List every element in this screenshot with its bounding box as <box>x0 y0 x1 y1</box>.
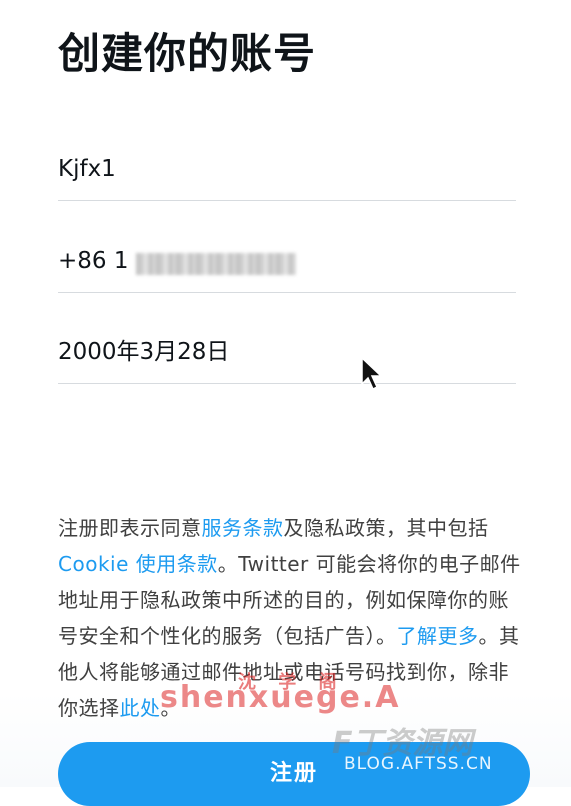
terms-part1: 注册即表示同意 <box>58 516 202 540</box>
watermark-left: shenxuege.A <box>160 680 401 715</box>
signup-button-label: 注册 <box>269 761 318 786</box>
mouse-pointer-icon <box>361 356 383 391</box>
learn-more-link[interactable]: 了解更多 <box>397 624 479 648</box>
page-title: 创建你的账号 <box>58 29 317 78</box>
birthdate-value: 2000年3月28日 <box>58 339 230 365</box>
birthdate-field[interactable]: 2000年3月28日 <box>58 337 516 384</box>
name-value: Kjfx1 <box>58 156 116 182</box>
signup-page: 创建你的账号 Kjfx1 +86 1 2000年3月28日 注册即表示同意服务条… <box>0 0 571 806</box>
phone-field[interactable]: +86 1 <box>58 246 516 293</box>
blurred-phone-number <box>135 252 296 275</box>
watermark-right-sub: BLOG.AFTSS.CN <box>344 754 493 774</box>
phone-prefix: +86 1 <box>58 248 129 274</box>
terms-of-service-link[interactable]: 服务条款 <box>202 516 284 540</box>
privacy-settings-link[interactable]: 此处 <box>120 696 161 720</box>
cookie-policy-link[interactable]: Cookie 使用条款 <box>58 552 218 576</box>
terms-part2: 及隐私政策，其中包括 <box>283 516 489 540</box>
name-field[interactable]: Kjfx1 <box>58 154 516 201</box>
